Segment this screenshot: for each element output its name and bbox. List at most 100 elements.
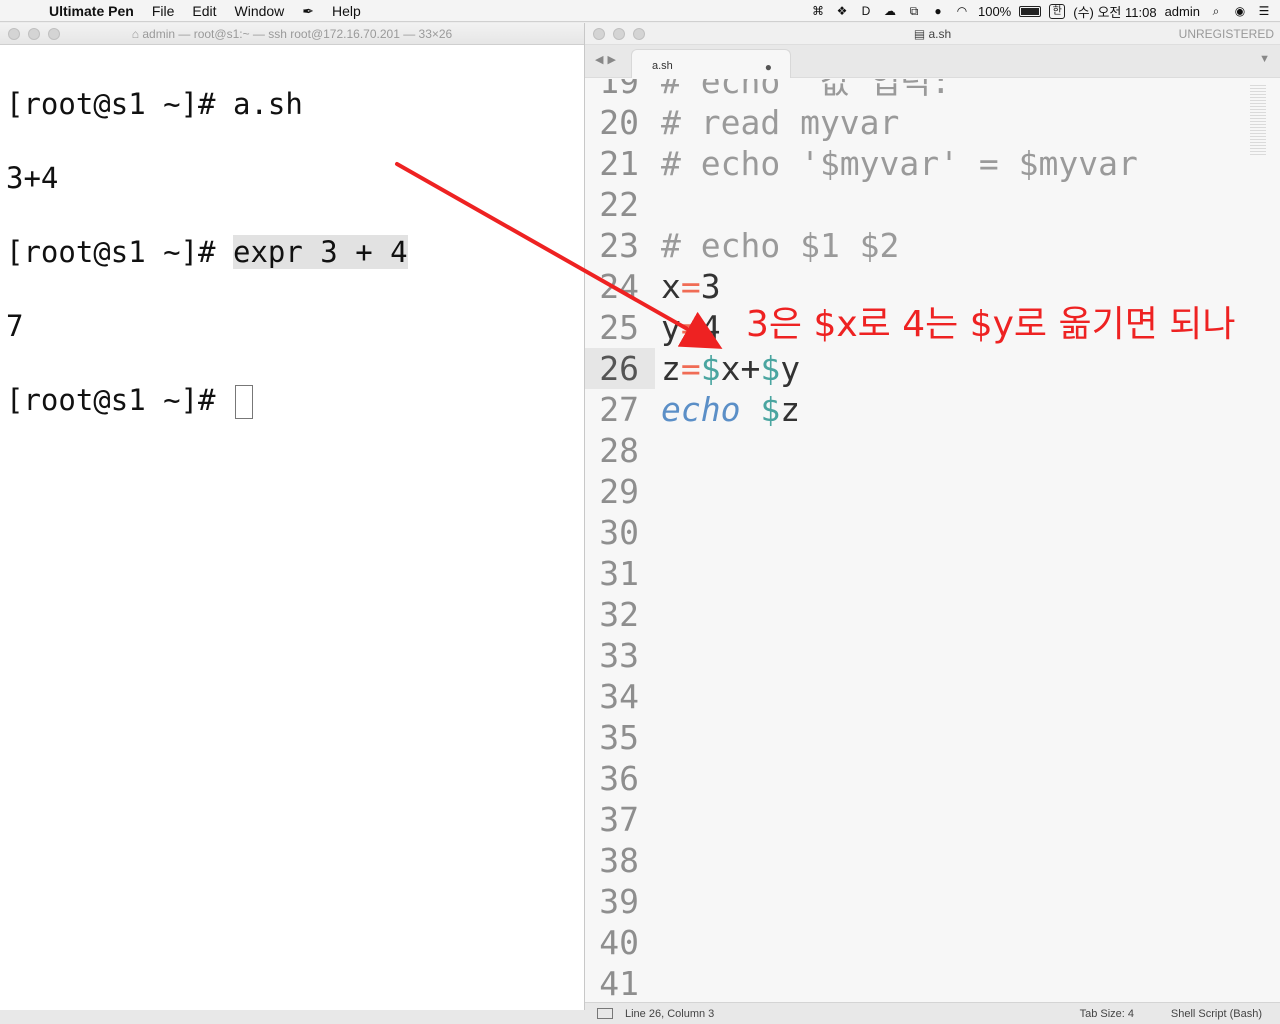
annotation-text: 3은 $x로 4는 $y로 옮기면 되나 — [746, 304, 1236, 345]
shell-output: 3+4 — [6, 161, 59, 195]
terminal-line: [root@s1 ~]# — [6, 382, 578, 419]
text-cursor — [234, 385, 253, 419]
wifi-icon[interactable]: ◠ — [954, 4, 970, 18]
line-number: 33 — [599, 636, 639, 675]
shell-prompt: [root@s1 ~]# — [6, 87, 233, 121]
code-text: y=4 — [661, 308, 721, 347]
line-number: 25 — [599, 308, 639, 347]
line-number: 41 — [599, 964, 639, 1003]
menu-window[interactable]: Window — [226, 0, 294, 22]
syntax-selector[interactable]: Shell Script (Bash) — [1171, 1008, 1262, 1020]
minimap[interactable] — [1250, 83, 1266, 155]
menu-help[interactable]: Help — [323, 0, 370, 22]
menubar-user[interactable]: admin — [1165, 4, 1200, 19]
code-line[interactable]: 19 # echo "값 입력:" — [585, 79, 1280, 102]
code-line[interactable]: 21 # echo '$myvar' = $myvar — [585, 143, 1280, 184]
code-text: # echo "값 입력:" — [661, 79, 971, 101]
line-number: 21 — [599, 144, 639, 183]
code-line[interactable]: 41 — [585, 963, 1280, 1004]
code-line[interactable]: 31 — [585, 553, 1280, 594]
code-text: x=3 — [661, 267, 721, 306]
shell-prompt: [root@s1 ~]# — [6, 235, 233, 269]
terminal-line: [root@s1 ~]# a.sh — [6, 86, 578, 123]
line-number: 34 — [599, 677, 639, 716]
code-text: # read myvar — [661, 103, 900, 142]
battery-icon[interactable] — [1019, 5, 1042, 17]
menubar: Ultimate Pen File Edit Window ✒ Help ⌘ ❖… — [0, 0, 1280, 22]
code-line[interactable]: 22 — [585, 184, 1280, 225]
pen-tool-icon[interactable]: ✒ — [293, 0, 323, 22]
code-line[interactable]: 36 — [585, 758, 1280, 799]
code-text: z=$x+$y — [661, 349, 801, 388]
menu-edit[interactable]: Edit — [183, 0, 225, 22]
line-number: 27 — [599, 390, 639, 429]
dropbox-icon[interactable]: ❖ — [834, 4, 850, 18]
code-line[interactable]: 20 # read myvar — [585, 102, 1280, 143]
command-icon[interactable]: ⌘ — [810, 4, 826, 18]
code-line[interactable]: 27 echo $z — [585, 389, 1280, 430]
code-line[interactable]: 26 z=$x+$y — [585, 348, 1280, 389]
code-line[interactable]: 35 — [585, 717, 1280, 758]
tab-dropdown-icon[interactable]: ▼ — [1259, 53, 1270, 65]
line-number: 38 — [599, 841, 639, 880]
status-area: ⌘ ❖ D ☁ ⧉ ● ◠ 100% 한 (수) 오전 11:08 admin … — [810, 0, 1272, 22]
terminal-line: 7 — [6, 308, 578, 345]
line-number: 20 — [599, 103, 639, 142]
editor-title: ▤ a.sh — [585, 27, 1280, 41]
cloud-icon[interactable]: ☁ — [882, 4, 898, 18]
menubar-clock[interactable]: (수) 오전 11:08 — [1073, 2, 1156, 21]
record-icon[interactable]: ● — [930, 4, 946, 18]
code-editor[interactable]: 19 # echo "값 입력:" 20 # read myvar 21 # echo '… — [585, 79, 1280, 1004]
window-icon[interactable]: ⧉ — [906, 4, 922, 18]
editor-titlebar[interactable]: ▤ a.sh UNREGISTERED — [585, 23, 1280, 45]
code-line[interactable]: 30 — [585, 512, 1280, 553]
terminal-titlebar[interactable]: ⌂ admin — root@s1:~ — ssh root@172.16.70… — [0, 23, 584, 45]
home-icon: ⌂ — [131, 26, 143, 41]
tab-label: a.sh — [652, 60, 673, 72]
line-number: 24 — [599, 267, 639, 306]
menu-file[interactable]: File — [143, 0, 184, 22]
code-line[interactable]: 38 — [585, 840, 1280, 881]
menu-app-name[interactable]: Ultimate Pen — [40, 0, 143, 22]
battery-percent[interactable]: 100% — [978, 4, 1011, 19]
terminal-line: [root@s1 ~]# expr 3 + 4 — [6, 234, 578, 271]
code-line[interactable]: 37 — [585, 799, 1280, 840]
panel-toggle-icon[interactable] — [597, 1008, 613, 1019]
line-number: 28 — [599, 431, 639, 470]
code-line[interactable]: 28 — [585, 430, 1280, 471]
line-number: 22 — [599, 185, 639, 224]
line-number: 39 — [599, 882, 639, 921]
terminal-window: ⌂ admin — root@s1:~ — ssh root@172.16.70… — [0, 23, 585, 1010]
tab-nav-arrows-icon[interactable]: ◀▶ — [595, 53, 620, 66]
terminal-content[interactable]: [root@s1 ~]# a.sh 3+4 [root@s1 ~]# expr … — [0, 45, 584, 497]
code-line[interactable]: 29 — [585, 471, 1280, 512]
unregistered-label: UNREGISTERED — [1178, 26, 1274, 41]
tab-size-selector[interactable]: Tab Size: 4 — [1080, 1008, 1134, 1020]
shell-command-selected: expr 3 + 4 — [232, 235, 408, 269]
editor-title-text: a.sh — [928, 26, 952, 41]
ime-indicator[interactable]: 한 — [1049, 3, 1066, 19]
line-number: 31 — [599, 554, 639, 593]
line-number: 29 — [599, 472, 639, 511]
notification-center-icon[interactable]: ☰ — [1256, 4, 1272, 18]
code-line[interactable]: 33 — [585, 635, 1280, 676]
shell-output: 7 — [6, 309, 24, 343]
spotlight-search-icon[interactable]: ⌕ — [1208, 4, 1224, 18]
code-line[interactable]: 39 — [585, 881, 1280, 922]
terminal-title: ⌂ admin — root@s1:~ — ssh root@172.16.70… — [0, 27, 584, 41]
siri-icon[interactable]: ◉ — [1232, 4, 1248, 18]
line-number: 40 — [599, 923, 639, 962]
modified-dot-icon[interactable]: ● — [765, 60, 772, 74]
code-line[interactable]: 23 # echo $1 $2 — [585, 225, 1280, 266]
code-text: # echo $1 $2 — [661, 226, 900, 265]
code-line[interactable]: 34 — [585, 676, 1280, 717]
line-number: 35 — [599, 718, 639, 757]
code-line[interactable]: 32 — [585, 594, 1280, 635]
line-number: 30 — [599, 513, 639, 552]
d-app-icon[interactable]: D — [858, 4, 874, 18]
line-number: 19 — [599, 79, 639, 101]
line-number: 32 — [599, 595, 639, 634]
code-line[interactable]: 40 — [585, 922, 1280, 963]
tab-bar: ◀▶ a.sh ● ▼ — [585, 45, 1280, 78]
tab-a-sh[interactable]: a.sh ● — [631, 49, 791, 78]
